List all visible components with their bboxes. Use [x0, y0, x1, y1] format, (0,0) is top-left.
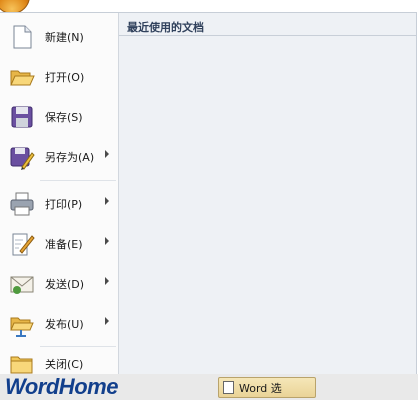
submenu-arrow-icon: [105, 197, 109, 205]
new-document-icon: [8, 23, 36, 51]
office-menu: 新建(N) 打开(O) 保存(S) 另存为(A) 打印(P) 准备(E) 发送(…: [0, 12, 417, 375]
open-folder-icon: [8, 63, 36, 91]
printer-icon: [8, 190, 36, 218]
publish-icon: [8, 310, 36, 338]
submenu-arrow-icon: [105, 277, 109, 285]
word-options-button[interactable]: Word 选: [218, 377, 316, 398]
document-icon: [223, 381, 234, 394]
command-list: 新建(N) 打开(O) 保存(S) 另存为(A) 打印(P) 准备(E) 发送(…: [0, 13, 119, 375]
prepare-icon: [8, 230, 36, 258]
recent-documents-title: 最近使用的文档: [127, 21, 204, 34]
menu-item-prepare[interactable]: 准备(E): [0, 226, 118, 262]
menu-item-publish[interactable]: 发布(U): [0, 306, 118, 342]
menu-item-label: 保存(S): [45, 111, 83, 124]
menu-item-label: 新建(N): [45, 31, 84, 44]
submenu-arrow-icon: [105, 237, 109, 245]
menu-item-new[interactable]: 新建(N): [0, 19, 118, 55]
menu-item-save-as[interactable]: 另存为(A): [0, 139, 118, 175]
menu-item-print[interactable]: 打印(P): [0, 186, 118, 222]
menu-item-open[interactable]: 打开(O): [0, 59, 118, 95]
recent-documents-header: 最近使用的文档: [119, 13, 416, 36]
menu-item-label: 准备(E): [45, 238, 83, 251]
save-as-icon: [8, 143, 36, 171]
recent-documents-pane: 最近使用的文档: [119, 13, 416, 375]
submenu-arrow-icon: [105, 150, 109, 158]
save-disk-icon: [8, 103, 36, 131]
word-options-label: Word 选: [239, 382, 282, 395]
menu-item-label: 另存为(A): [45, 151, 95, 164]
watermark-logo: WordHome: [5, 374, 118, 399]
menu-item-save[interactable]: 保存(S): [0, 99, 118, 135]
send-icon: [8, 270, 36, 298]
menu-item-send[interactable]: 发送(D): [0, 266, 118, 302]
menu-item-label: 打印(P): [45, 198, 83, 211]
menu-item-label: 发送(D): [45, 278, 85, 291]
submenu-arrow-icon: [105, 317, 109, 325]
menu-divider: [40, 180, 116, 181]
menu-item-label: 发布(U): [45, 318, 84, 331]
menu-item-label: 打开(O): [45, 71, 85, 84]
menu-item-label: 关闭(C): [45, 358, 84, 371]
